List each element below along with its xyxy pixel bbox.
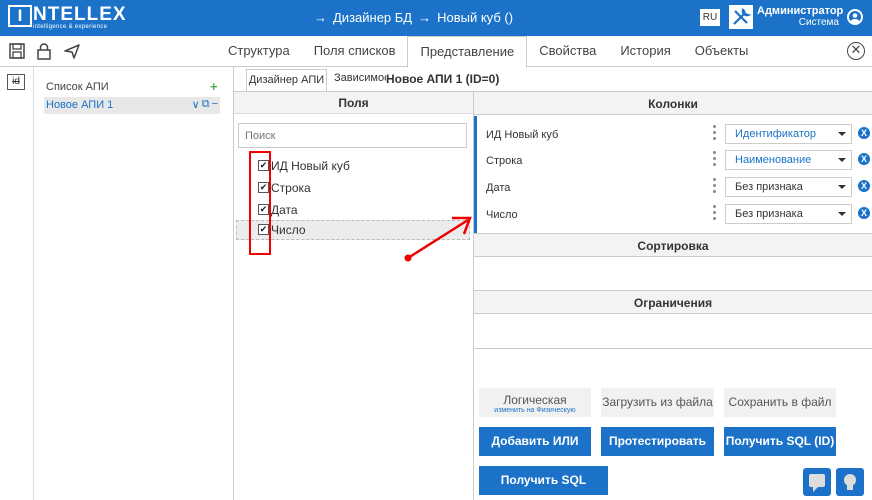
drag-handle-icon[interactable] [713,151,717,169]
admin-tools-icon[interactable] [729,5,753,29]
column-row[interactable]: Строка Наименование X [477,148,872,174]
tab-properties[interactable]: Свойства [527,36,608,67]
tab-structure[interactable]: Структура [216,36,302,67]
logical-sublabel: изменить на Физическую [494,407,576,414]
api-list-title: Список АПИ [46,81,109,93]
column-row[interactable]: ИД Новый куб Идентификатор X [477,122,872,148]
api-list-item[interactable]: Новое АПИ 1 ∨ ⧉ − [44,97,220,114]
column-label: ИД Новый куб [486,129,559,141]
field-label: ИД Новый куб [271,159,350,173]
test-button[interactable]: Протестировать [601,427,714,456]
breadcrumb-db-designer[interactable]: Дизайнер БД [333,10,412,25]
column-role-select[interactable]: Наименование [725,150,852,170]
logical-label: Логическая [503,393,567,407]
breadcrumb-new-cube[interactable]: Новый куб () [437,10,513,25]
breadcrumb: → Дизайнер БД → Новый куб () [314,10,513,25]
column-role-select[interactable]: Без признака [725,177,852,197]
breadcrumb-arrow: → [314,10,327,25]
user-info[interactable]: Администратор Система [757,5,844,29]
add-api-button[interactable]: + [210,79,218,94]
drag-handle-icon[interactable] [713,205,717,223]
annotation-arrow-icon [404,216,472,262]
get-sql-id-button[interactable]: Получить SQL (ID) [724,427,836,456]
api-title: Новое АПИ 1 (ID=0) [386,72,500,86]
remove-column-button[interactable]: X [858,127,870,139]
save-icon[interactable] [8,42,26,60]
load-from-file-button[interactable]: Загрузить из файла [601,388,714,417]
save-to-file-button[interactable]: Сохранить в файл [724,388,836,417]
column-label: Число [486,209,518,221]
tab-view[interactable]: Представление [407,36,528,68]
logo-tagline: intelligence & experience [33,24,108,30]
get-sql-name-button[interactable]: Получить SQL (NAME) [479,466,608,495]
user-role: Система [798,17,839,28]
logical-physical-toggle[interactable]: Логическая изменить на Физическую [479,388,591,417]
field-row[interactable]: ✔ ИД Новый куб [236,156,470,176]
column-role-select[interactable]: Идентификатор [725,124,852,144]
add-or-button[interactable]: Добавить ИЛИ [479,427,591,456]
close-icon[interactable]: ✕ [847,42,865,60]
drag-handle-icon[interactable] [713,178,717,196]
column-label: Строка [486,155,523,167]
copy-icon[interactable]: ⧉ [202,98,210,111]
fields-panel-title: Поля [234,92,473,114]
user-name: Администратор [757,5,844,17]
breadcrumb-arrow: → [418,10,432,25]
remove-column-button[interactable]: X [858,153,870,165]
user-avatar-icon[interactable] [847,9,863,25]
field-label: Дата [271,203,298,217]
tab-dependencies[interactable]: Зависимости [334,72,386,84]
id-icon[interactable]: id [7,74,25,90]
lock-icon[interactable] [35,42,53,60]
tab-objects[interactable]: Объекты [683,36,761,67]
main-tabs: Структура Поля списков Представление Сво… [216,36,761,68]
chevron-down-icon[interactable]: ∨ [192,98,200,111]
annotation-highlight-box [249,151,271,255]
sorting-title: Сортировка [474,233,872,257]
intellex-logo[interactable]: I NTELLEX intelligence & experience [8,5,127,31]
columns-panel-title: Колонки [474,91,872,115]
field-label: Число [271,223,306,237]
top-bar: I NTELLEX intelligence & experience → Ди… [0,0,872,36]
language-button[interactable]: RU [700,9,720,26]
columns-list: ИД Новый куб Идентификатор X Строка Наим… [474,116,872,233]
field-label: Строка [271,181,311,195]
column-row[interactable]: Дата Без признака X [477,175,872,201]
remove-api-icon[interactable]: − [212,98,218,111]
tab-list-fields[interactable]: Поля списков [302,36,408,67]
chat-icon[interactable] [803,468,831,496]
tab-history[interactable]: История [608,36,682,67]
tab-api-designer[interactable]: Дизайнер АПИ [246,69,327,91]
column-label: Дата [486,182,511,194]
drag-handle-icon[interactable] [713,125,717,143]
columns-panel: Колонки ИД Новый куб Идентификатор X Стр… [474,91,872,500]
logo-word: NTELLEX [33,4,127,25]
search-input[interactable] [238,123,467,148]
column-role-select[interactable]: Без признака [725,204,852,224]
limits-divider [474,348,872,349]
api-list-panel: Список АПИ + Новое АПИ 1 ∨ ⧉ − [34,67,234,500]
api-item-label: Новое АПИ 1 [46,99,114,111]
remove-column-button[interactable]: X [858,180,870,192]
remove-column-button[interactable]: X [858,207,870,219]
field-row[interactable]: ✔ Строка [236,178,470,198]
toolbar: Структура Поля списков Представление Сво… [0,36,872,68]
left-strip: id [0,67,34,500]
logo-letter: I [8,5,32,27]
hint-lightbulb-icon[interactable] [836,468,864,496]
limits-title: Ограничения [474,290,872,314]
column-row[interactable]: Число Без признака X [477,202,872,228]
send-icon[interactable] [63,42,81,60]
